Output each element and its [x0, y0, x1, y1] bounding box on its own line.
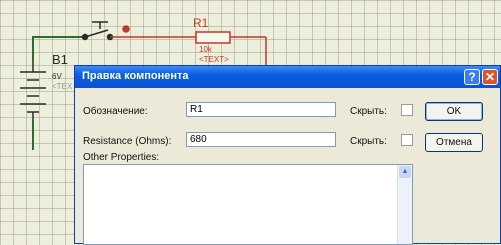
- edit-component-dialog: Правка компонента ? ✕ Обозначение: R1 Ск…: [74, 65, 501, 245]
- other-properties-textarea[interactable]: ▲: [83, 164, 413, 245]
- resistor-ref-label: R1: [193, 16, 209, 30]
- designator-hide-label: Скрыть:: [350, 106, 387, 117]
- switch-symbol: [81, 21, 114, 41]
- other-properties-label: Other Properties:: [83, 152, 160, 163]
- help-button[interactable]: ?: [464, 69, 480, 85]
- resistor-text-label: <TEXT>: [199, 55, 229, 64]
- properties-scrollbar[interactable]: ▲: [397, 165, 412, 244]
- dialog-title: Правка компонента: [82, 70, 189, 82]
- resistance-input[interactable]: 680: [186, 132, 336, 147]
- resistance-label: Resistance (Ohms):: [83, 136, 172, 147]
- ok-button[interactable]: OK: [425, 102, 483, 121]
- dialog-titlebar[interactable]: Правка компонента ? ✕: [75, 66, 500, 88]
- battery-ref-label: B1: [52, 52, 68, 67]
- resistor-symbol: [110, 25, 267, 65]
- designator-label: Обозначение:: [83, 106, 148, 117]
- designator-hide-checkbox[interactable]: [401, 104, 413, 116]
- battery-value-label: 6V: [52, 72, 62, 81]
- designator-input[interactable]: R1: [186, 102, 336, 117]
- resistor-value-label: 10k: [199, 45, 212, 54]
- battery-symbol: [20, 60, 46, 120]
- scroll-up-arrow-icon[interactable]: ▲: [399, 166, 411, 178]
- resistance-hide-checkbox[interactable]: [401, 134, 413, 146]
- cancel-button[interactable]: Отмена: [425, 133, 483, 152]
- battery-text-label: <TEX: [52, 82, 73, 91]
- resistance-hide-label: Скрыть:: [350, 136, 387, 147]
- close-button[interactable]: ✕: [482, 69, 498, 85]
